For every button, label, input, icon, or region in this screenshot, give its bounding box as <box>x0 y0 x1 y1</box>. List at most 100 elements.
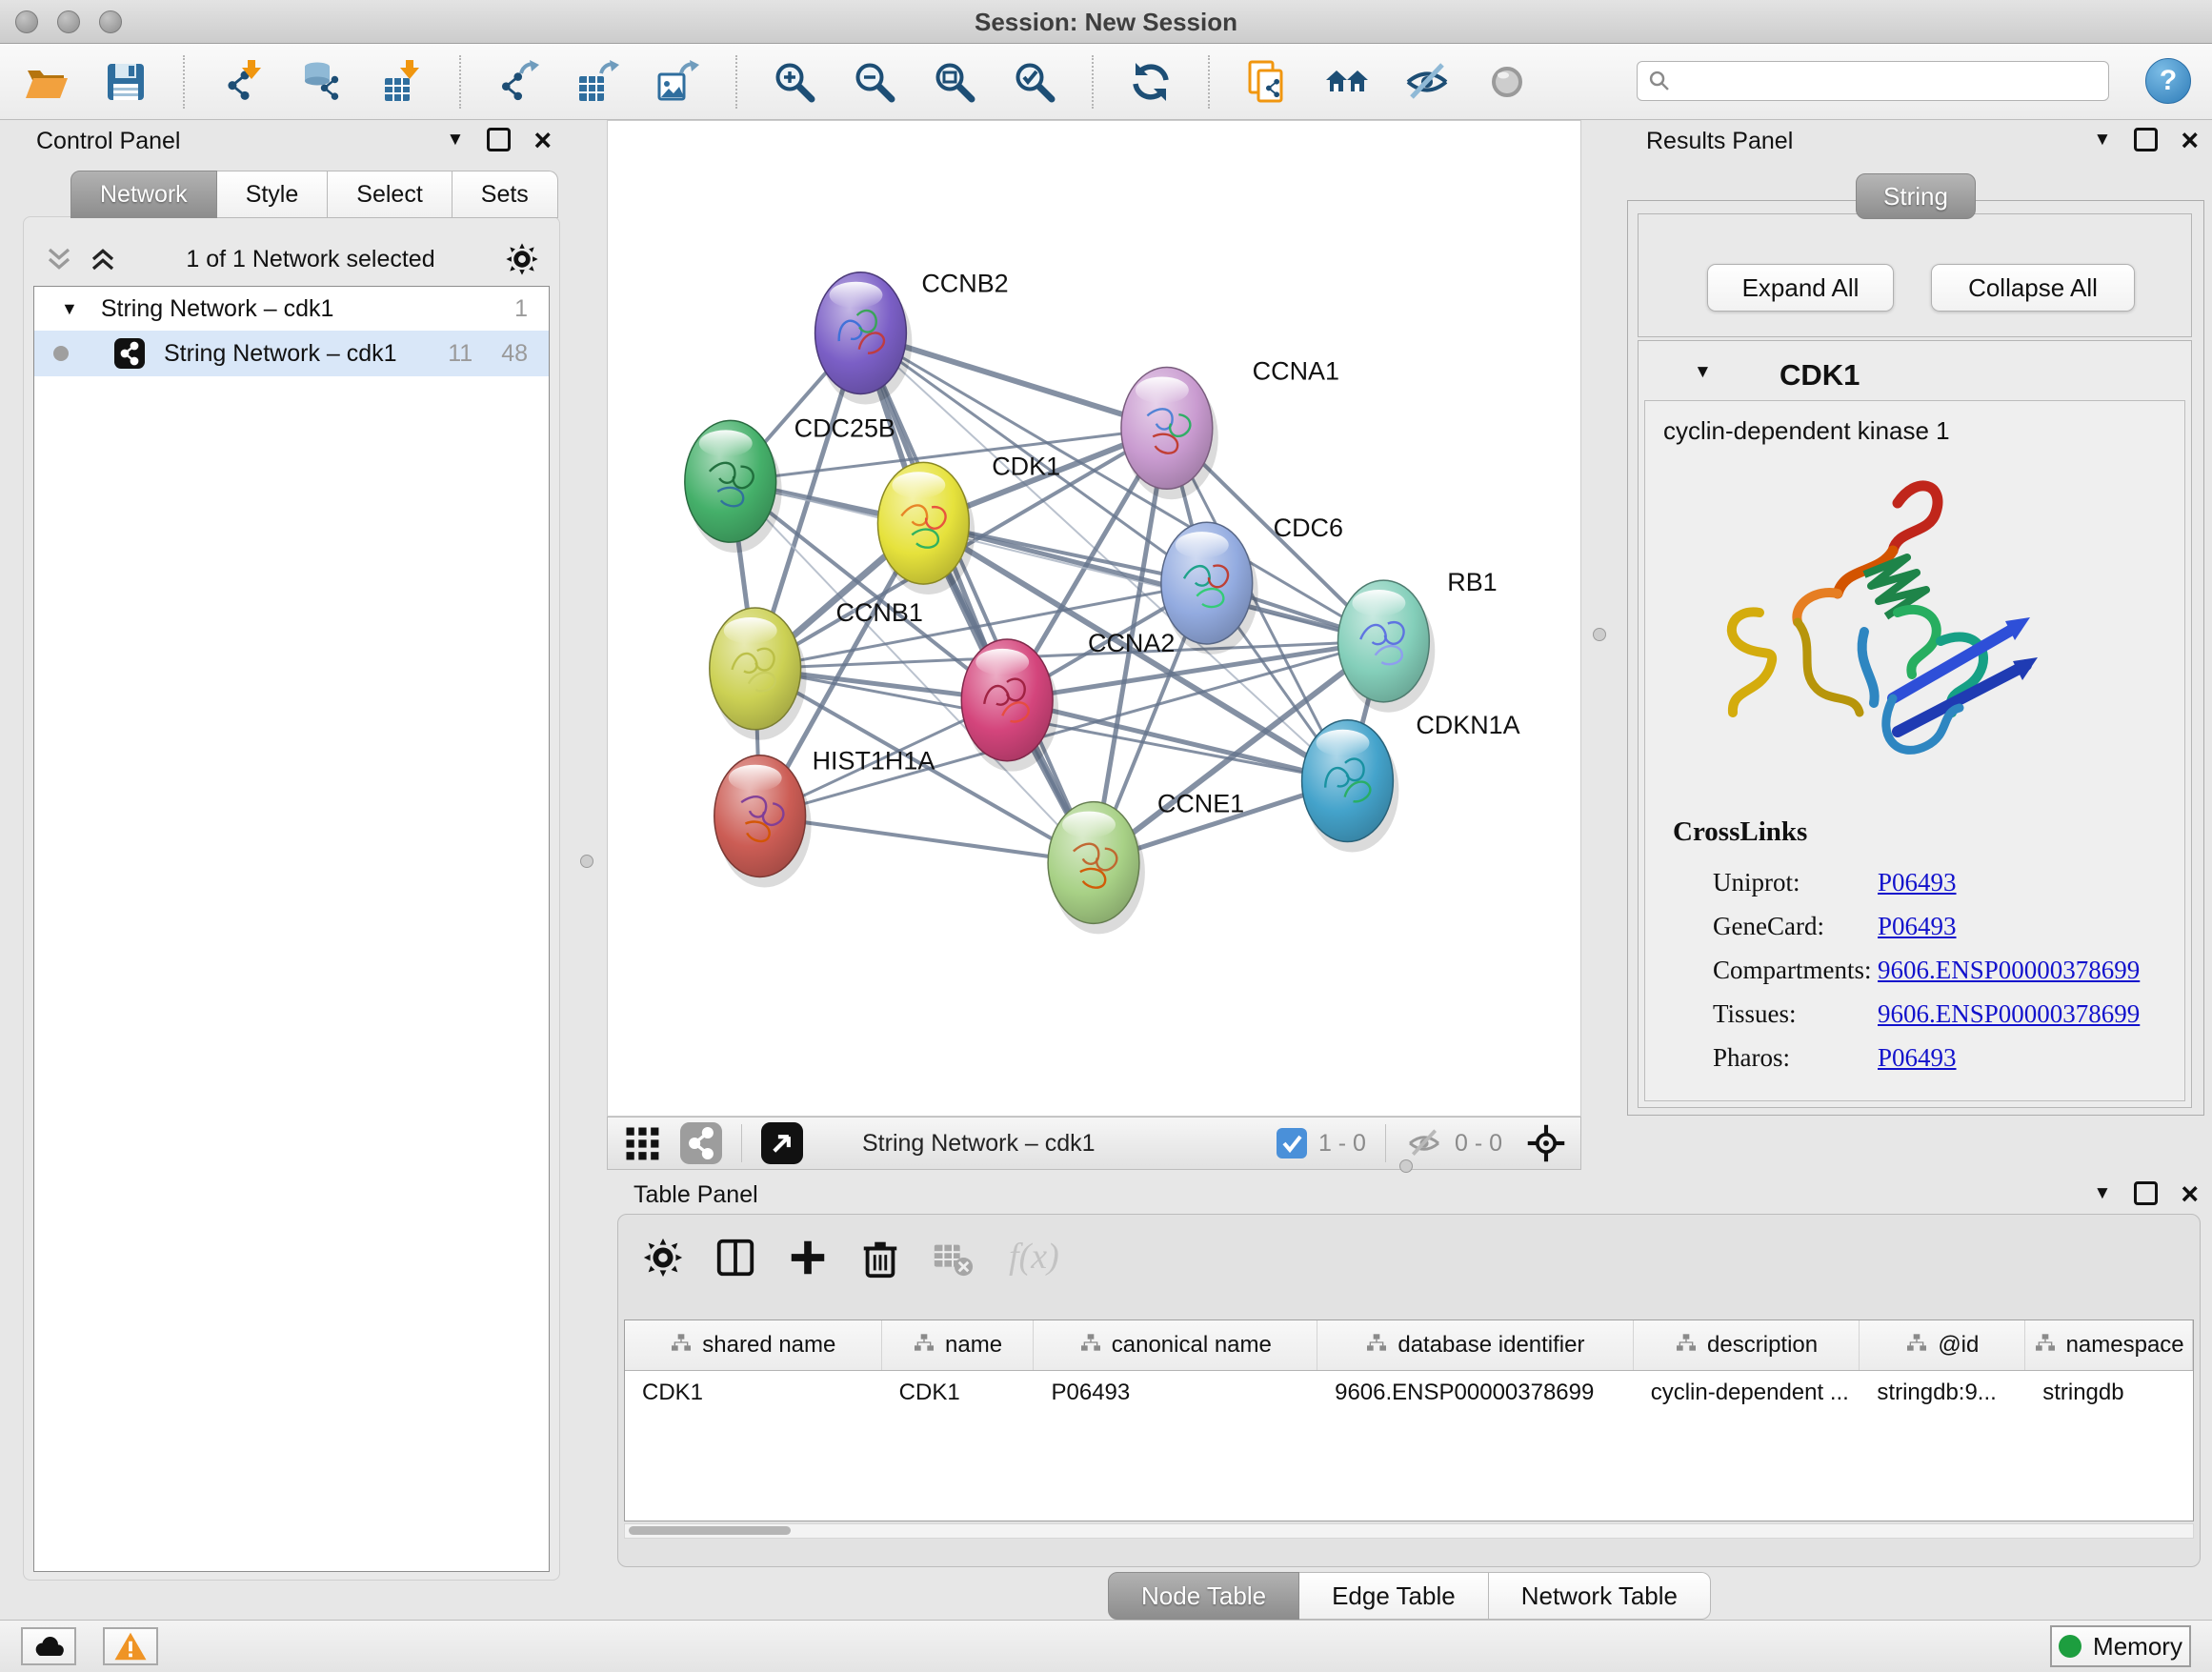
float-panel-icon[interactable] <box>2134 1181 2158 1205</box>
table-cell[interactable]: stringdb:9... <box>1860 1371 2025 1415</box>
zoom-in-icon[interactable] <box>772 59 817 105</box>
tab-sets[interactable]: Sets <box>452 171 558 218</box>
export-table-icon[interactable] <box>575 59 621 105</box>
crosslink-label: Uniprot: <box>1713 868 1800 897</box>
crosslink-link[interactable]: P06493 <box>1878 868 1957 897</box>
network-graph[interactable]: CCNB2CCNA1CDC25BCDK1CDC6RB1CCNB1CCNA2CDK… <box>608 121 1580 1116</box>
panel-menu-icon[interactable]: ▼ <box>2094 130 2112 151</box>
first-neighbors-icon[interactable] <box>1324 59 1370 105</box>
collapse-all-icon[interactable] <box>45 245 73 273</box>
refresh-layout-icon[interactable] <box>1128 59 1174 105</box>
crosslink-row: Pharos:P06493 <box>1645 1036 2184 1079</box>
import-database-icon[interactable] <box>299 59 345 105</box>
table-cell[interactable]: 9606.ENSP00000378699 <box>1317 1371 1634 1415</box>
column-header-description[interactable]: description <box>1634 1320 1860 1370</box>
gear-icon[interactable] <box>504 241 540 277</box>
network-node-CCNA2[interactable] <box>961 639 1058 772</box>
network-node-CDKN1A[interactable] <box>1302 720 1399 853</box>
table-settings-icon[interactable] <box>641 1236 685 1279</box>
tab-style[interactable]: Style <box>217 171 329 218</box>
import-table-icon[interactable] <box>379 59 425 105</box>
network-node-RB1[interactable] <box>1337 580 1435 713</box>
close-panel-icon[interactable]: × <box>2181 130 2199 151</box>
column-header-database-identifier[interactable]: database identifier <box>1317 1320 1634 1370</box>
clone-network-icon[interactable] <box>1244 59 1290 105</box>
add-column-icon[interactable] <box>786 1236 830 1279</box>
zoom-fit-icon[interactable] <box>932 59 977 105</box>
network-node-CCNE1[interactable] <box>1048 802 1145 935</box>
tab-node-table[interactable]: Node Table <box>1108 1572 1299 1620</box>
collection-caret-icon[interactable]: ▼ <box>61 299 78 319</box>
export-image-icon[interactable] <box>655 59 701 105</box>
table-cell[interactable]: stringdb <box>2025 1371 2193 1415</box>
network-node-HIST1H1A[interactable] <box>714 755 812 888</box>
export-network-icon[interactable] <box>495 59 541 105</box>
crosslink-link[interactable]: 9606.ENSP00000378699 <box>1878 956 2140 985</box>
fit-crosshair-icon[interactable] <box>1525 1122 1567 1164</box>
save-session-icon[interactable] <box>103 59 149 105</box>
right-splitter-handle[interactable] <box>1593 628 1606 641</box>
search-field[interactable] <box>1637 61 2109 101</box>
table-cell[interactable]: CDK1 <box>625 1371 882 1415</box>
left-splitter-handle[interactable] <box>580 855 593 868</box>
panel-menu-icon[interactable]: ▼ <box>447 130 465 151</box>
horizontal-splitter-handle[interactable] <box>1399 1159 1413 1173</box>
gene-caret-icon[interactable]: ▼ <box>1694 362 1712 383</box>
table-panel: Table Panel ▼ × f(x) shared namenamecano… <box>607 1174 2212 1620</box>
collapse-all-button[interactable]: Collapse All <box>1931 264 2135 312</box>
close-panel-icon[interactable]: × <box>2181 1183 2199 1204</box>
close-panel-icon[interactable]: × <box>533 130 552 151</box>
expand-all-button[interactable]: Expand All <box>1707 264 1894 312</box>
network-row-selected[interactable]: String Network – cdk1 11 48 <box>34 331 549 376</box>
zoom-out-icon[interactable] <box>852 59 897 105</box>
network-node-CCNB1[interactable] <box>710 608 807 740</box>
selected-checkbox-icon[interactable] <box>1277 1128 1307 1158</box>
horizontal-scrollbar[interactable] <box>624 1523 2194 1539</box>
table-row[interactable]: CDK1CDK1P064939606.ENSP00000378699cyclin… <box>625 1371 2193 1415</box>
warning-button[interactable] <box>103 1627 158 1665</box>
memory-button[interactable]: Memory <box>2050 1625 2191 1667</box>
column-header--id[interactable]: @id <box>1860 1320 2025 1370</box>
cloud-button[interactable] <box>21 1627 76 1665</box>
memory-label: Memory <box>2093 1632 2182 1662</box>
table-cell[interactable]: P06493 <box>1034 1371 1317 1415</box>
crosslink-link[interactable]: P06493 <box>1878 912 1957 941</box>
float-panel-icon[interactable] <box>487 128 511 151</box>
crosslink-link[interactable]: 9606.ENSP00000378699 <box>1878 999 2140 1029</box>
delete-column-icon[interactable] <box>858 1236 902 1279</box>
help-button[interactable]: ? <box>2145 58 2191 104</box>
network-node-CCNB2[interactable] <box>815 272 913 405</box>
tab-network[interactable]: Network <box>70 171 217 218</box>
column-header-shared-name[interactable]: shared name <box>625 1320 882 1370</box>
title-bar: Session: New Session <box>0 0 2212 44</box>
tab-string[interactable]: String <box>1856 173 1976 219</box>
float-panel-icon[interactable] <box>2134 128 2158 151</box>
expand-all-icon[interactable] <box>89 245 117 273</box>
column-label: name <box>945 1332 1002 1359</box>
tab-edge-table[interactable]: Edge Table <box>1299 1572 1489 1620</box>
import-network-icon[interactable] <box>219 59 265 105</box>
hide-items-icon[interactable] <box>1404 59 1450 105</box>
split-columns-icon[interactable] <box>714 1236 757 1279</box>
scrollbar-thumb[interactable] <box>629 1526 791 1535</box>
tab-network-table[interactable]: Network Table <box>1489 1572 1711 1620</box>
birds-eye-view-icon[interactable] <box>761 1122 803 1164</box>
tab-select[interactable]: Select <box>328 171 452 218</box>
network-share-icon[interactable] <box>680 1122 722 1164</box>
table-cell[interactable]: CDK1 <box>882 1371 1035 1415</box>
open-session-icon[interactable] <box>23 59 69 105</box>
toolbar-separator <box>183 55 185 109</box>
column-header-namespace[interactable]: namespace <box>2025 1320 2193 1370</box>
show-items-icon[interactable] <box>1484 59 1530 105</box>
panel-menu-icon[interactable]: ▼ <box>2094 1183 2112 1204</box>
zoom-selected-icon[interactable] <box>1012 59 1057 105</box>
grid-view-icon[interactable] <box>621 1122 663 1164</box>
column-header-name[interactable]: name <box>882 1320 1035 1370</box>
column-header-canonical-name[interactable]: canonical name <box>1034 1320 1317 1370</box>
table-cell[interactable]: cyclin-dependent ... <box>1634 1371 1860 1415</box>
network-node-CDC6[interactable] <box>1161 522 1258 655</box>
search-input[interactable] <box>1672 63 2108 99</box>
crosslink-link[interactable]: P06493 <box>1878 1043 1957 1073</box>
network-collection-row[interactable]: ▼ String Network – cdk1 1 <box>34 287 549 331</box>
network-canvas[interactable]: CCNB2CCNA1CDC25BCDK1CDC6RB1CCNB1CCNA2CDK… <box>607 120 1581 1117</box>
